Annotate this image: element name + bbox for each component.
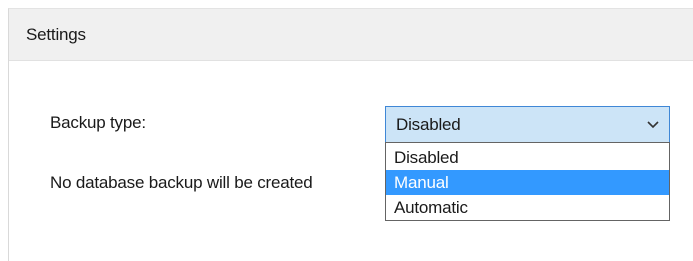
backup-type-label: Backup type:: [50, 113, 146, 132]
backup-status-text: No database backup will be created: [50, 173, 313, 192]
chevron-down-icon[interactable]: [646, 119, 660, 131]
backup-type-selected-value: Disabled: [396, 115, 461, 134]
option-manual[interactable]: Manual: [386, 170, 669, 195]
group-header: Settings: [9, 9, 693, 61]
group-title: Settings: [26, 25, 86, 44]
backup-type-dropdown[interactable]: Disabled: [385, 106, 670, 143]
option-disabled[interactable]: Disabled: [386, 145, 669, 170]
settings-page: Settings Backup type: No database backup…: [0, 0, 693, 261]
option-automatic[interactable]: Automatic: [386, 195, 669, 220]
backup-type-options-list: Disabled Manual Automatic: [385, 142, 670, 221]
